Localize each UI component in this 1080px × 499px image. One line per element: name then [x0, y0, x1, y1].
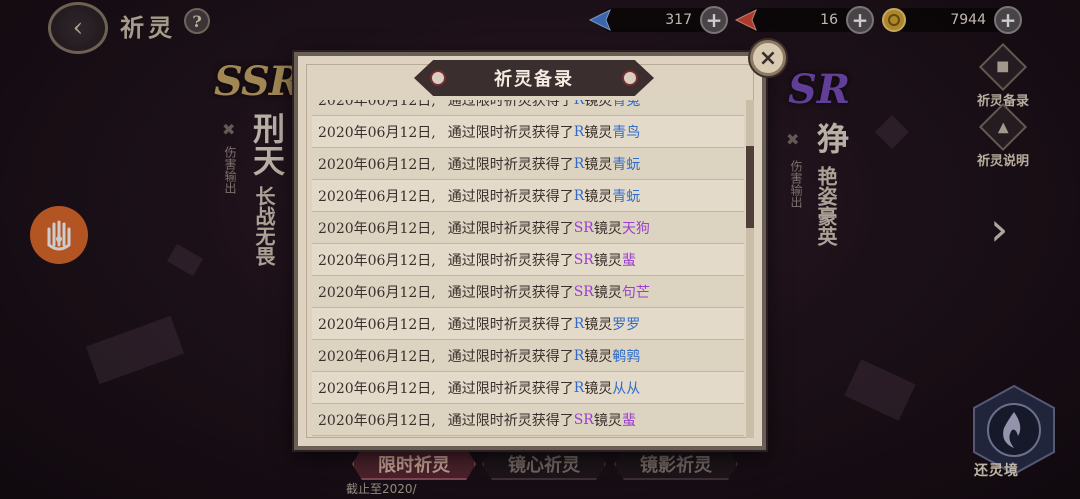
record-kind: 镜灵: [584, 348, 613, 365]
record-list[interactable]: 2020年06月12日,通过限时祈灵获得了R镜灵青冤2020年06月12日,通过…: [312, 100, 744, 438]
record-spirit-name: 青鸟: [612, 124, 641, 141]
record-grade: R: [573, 187, 585, 204]
record-row: 2020年06月12日, 通过限时祈灵获得了 SR 镜灵蜚: [312, 244, 744, 276]
record-row: 2020年06月12日, 通过限时祈灵获得了 R 镜灵 从从: [312, 372, 744, 404]
ornament-icon: [622, 70, 638, 86]
record-date: 2020年06月12日,: [318, 284, 436, 301]
ornament-icon: [430, 70, 446, 86]
record-grade: R: [573, 123, 585, 140]
record-grade: SR: [573, 283, 594, 300]
record-spirit-name: 罗罗: [612, 316, 641, 333]
record-kind: 镜灵: [584, 316, 613, 333]
record-text: 通过限时祈灵获得了: [447, 156, 574, 173]
record-grade: R: [573, 315, 585, 332]
record-row: 2020年06月12日, 通过限时祈灵获得了 R 镜灵 青蚖: [312, 148, 744, 180]
close-button[interactable]: ×: [750, 40, 786, 76]
record-kind: 镜灵: [584, 100, 613, 109]
record-text: 通过限时祈灵获得了: [447, 316, 574, 333]
record-row: 2020年06月12日, 通过限时祈灵获得了R镜灵青冤: [312, 100, 744, 116]
modal-title: 祈灵备录: [494, 69, 574, 90]
scrollbar-thumb[interactable]: [746, 146, 754, 228]
record-text: 通过限时祈灵获得了: [447, 412, 574, 429]
record-spirit-name: 从从: [612, 380, 641, 397]
record-date: 2020年06月12日,: [318, 316, 436, 333]
record-kind: 镜灵: [593, 412, 622, 429]
record-row: 2020年06月12日, 通过限时祈灵获得了 SR 镜灵 天狗: [312, 212, 744, 244]
record-kind: 镜灵: [593, 252, 622, 269]
record-kind: 镜灵: [593, 284, 622, 301]
record-row: 2020年06月12日, 通过限时祈灵获得了 R 镜灵 青鸟: [312, 116, 744, 148]
record-kind: 镜灵: [584, 380, 613, 397]
record-row: 2020年06月12日, 通过限时祈灵获得了 SR 镜灵 句芒: [312, 276, 744, 308]
record-text: 通过限时祈灵获得了: [447, 188, 574, 205]
record-date: 2020年06月12日,: [318, 188, 436, 205]
record-text: 通过限时祈灵获得了: [447, 380, 574, 397]
record-kind: 镜灵: [584, 156, 613, 173]
record-text: 通过限时祈灵获得了: [447, 124, 574, 141]
record-text: 通过限时祈灵获得了: [447, 220, 574, 237]
record-date: 2020年06月12日,: [318, 156, 436, 173]
record-text: 通过限时祈灵获得了: [447, 348, 574, 365]
record-spirit-name: 句芒: [621, 284, 650, 301]
record-date: 2020年06月12日,: [318, 220, 436, 237]
record-grade: R: [574, 100, 585, 108]
record-spirit-name: 青蚖: [612, 188, 641, 205]
record-kind: 镜灵: [593, 220, 622, 237]
record-row: 2020年06月12日, 通过限时祈灵获得了 R 镜灵 青蚖: [312, 180, 744, 212]
record-text: 通过限时祈灵获得了: [447, 252, 574, 269]
record-date: 2020年06月12日,: [318, 124, 436, 141]
record-row: 2020年06月12日, 通过限时祈灵获得了 R 镜灵 罗罗: [312, 308, 744, 340]
record-text: 通过限时祈灵获得了: [447, 284, 574, 301]
record-spirit-name: 天狗: [621, 220, 650, 237]
record-date: 2020年06月12日,: [318, 100, 436, 109]
record-spirit-name: 青蚖: [612, 156, 641, 173]
record-grade: SR: [573, 411, 594, 428]
record-spirit-name: 蜚: [621, 252, 636, 269]
record-spirit-name: 鹌鹑: [612, 348, 641, 365]
record-grade: R: [573, 155, 585, 172]
record-kind: 镜灵: [584, 188, 613, 205]
close-icon: ×: [758, 45, 778, 71]
record-date: 2020年06月12日,: [318, 380, 436, 397]
record-grade: SR: [573, 251, 594, 268]
record-spirit-name: 蜚: [621, 412, 636, 429]
record-grade: R: [573, 379, 585, 396]
record-grade: R: [573, 347, 585, 364]
record-date: 2020年06月12日,: [318, 252, 436, 269]
record-kind: 镜灵: [584, 124, 613, 141]
modal-title-banner: 祈灵备录: [414, 60, 654, 96]
record-grade: SR: [573, 219, 594, 236]
record-date: 2020年06月12日,: [318, 348, 436, 365]
record-date: 2020年06月12日,: [318, 412, 436, 429]
record-list-inner: 2020年06月12日,通过限时祈灵获得了R镜灵青冤2020年06月12日,通过…: [312, 100, 744, 436]
record-row: 2020年06月12日, 通过限时祈灵获得了 R 镜灵 鹌鹑: [312, 340, 744, 372]
record-row: 2020年06月12日, 通过限时祈灵获得了 SR 镜灵蜚: [312, 404, 744, 436]
record-text: 通过限时祈灵获得了: [447, 100, 574, 109]
scrollbar[interactable]: [746, 100, 754, 438]
record-spirit-name: 青冤: [612, 100, 641, 109]
